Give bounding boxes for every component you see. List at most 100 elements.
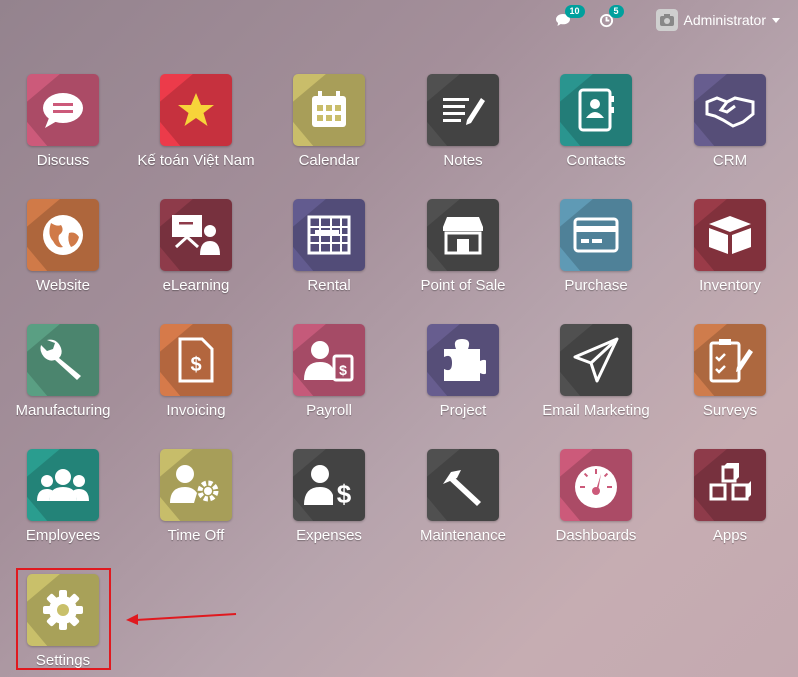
app-label: Point of Sale <box>420 277 506 294</box>
app-inventory[interactable]: Inventory <box>663 199 797 309</box>
app-tile[interactable] <box>27 449 99 521</box>
svg-text:$: $ <box>339 362 347 378</box>
app-manufacturing[interactable]: Manufacturing <box>0 324 130 434</box>
user-name: Administrator <box>683 12 766 28</box>
app-tile[interactable] <box>27 199 99 271</box>
app-label: Contacts <box>566 152 626 169</box>
chat-button[interactable]: 10 <box>555 5 585 27</box>
app-label: Email Marketing <box>542 402 650 419</box>
user-menu[interactable]: Administrator <box>655 9 780 31</box>
app-label: Time Off <box>167 527 225 544</box>
svg-text:$: $ <box>190 354 201 376</box>
app-payroll[interactable]: $ Payroll <box>262 324 396 434</box>
app-surveys[interactable]: Surveys <box>663 324 797 434</box>
app-crm[interactable]: CRM <box>663 74 797 184</box>
puzzle-icon <box>440 337 486 383</box>
credit-card-icon <box>573 217 619 253</box>
app-notes[interactable]: Notes <box>396 74 530 184</box>
app-label: Project <box>439 402 487 419</box>
app-tile[interactable] <box>293 199 365 271</box>
app-tile[interactable] <box>560 74 632 146</box>
app-label: Invoicing <box>166 402 226 419</box>
chat-icon <box>39 86 87 134</box>
app-label: Manufacturing <box>15 402 111 419</box>
app-dashboards[interactable]: Dashboards <box>529 449 663 559</box>
app-label: Discuss <box>36 152 90 169</box>
app-tile[interactable] <box>560 199 632 271</box>
app-tile[interactable] <box>427 199 499 271</box>
app-tile[interactable]: $ <box>293 324 365 396</box>
star-icon <box>176 90 216 130</box>
app-rental[interactable]: Rental <box>262 199 396 309</box>
app-tile[interactable] <box>427 74 499 146</box>
activity-button[interactable]: 5 <box>599 4 624 28</box>
app-label: Notes <box>443 152 483 169</box>
app-maintenance[interactable]: Maintenance <box>396 449 530 559</box>
app-label: Kế toán Việt Nam <box>137 152 255 169</box>
activity-count-badge: 5 <box>608 4 624 18</box>
app-label: Expenses <box>296 527 362 544</box>
payroll-icon: $ <box>304 338 354 382</box>
app-label: Website <box>36 277 90 294</box>
app-discuss[interactable]: Discuss <box>0 74 130 184</box>
app-tile[interactable] <box>560 324 632 396</box>
shop-icon <box>441 215 485 255</box>
box-icon <box>707 214 753 256</box>
app-label: Maintenance <box>420 527 506 544</box>
app-tile[interactable] <box>160 74 232 146</box>
rental-icon <box>307 215 351 255</box>
app-contacts[interactable]: Contacts <box>529 74 663 184</box>
app-email-marketing[interactable]: Email Marketing <box>529 324 663 434</box>
top-navbar: 10 5 Administrator <box>0 0 798 40</box>
app-label: Purchase <box>564 277 628 294</box>
app-label: Calendar <box>298 152 360 169</box>
app-label: Inventory <box>699 277 761 294</box>
app-label: CRM <box>712 152 748 169</box>
app-label: Surveys <box>702 402 758 419</box>
app-elearning[interactable]: eLearning <box>129 199 263 309</box>
app-tile[interactable]: $ <box>160 324 232 396</box>
paper-plane-icon <box>573 337 619 383</box>
app-employees[interactable]: Employees <box>0 449 130 559</box>
app-point-of-sale[interactable]: Point of Sale <box>396 199 530 309</box>
app-tile[interactable] <box>694 74 766 146</box>
time-off-icon <box>170 463 222 507</box>
app-tile[interactable] <box>694 324 766 396</box>
app-purchase[interactable]: Purchase <box>529 199 663 309</box>
app-tile[interactable] <box>160 199 232 271</box>
app-invoicing[interactable]: $ Invoicing <box>129 324 263 434</box>
app-tile[interactable] <box>694 199 766 271</box>
app-tile[interactable] <box>694 449 766 521</box>
app-project[interactable]: Project <box>396 324 530 434</box>
cubes-icon <box>707 463 753 507</box>
avatar <box>655 9 678 31</box>
app-tile[interactable] <box>27 74 99 146</box>
users-icon <box>37 467 89 503</box>
app-tile[interactable] <box>160 449 232 521</box>
app-tile[interactable] <box>560 449 632 521</box>
gear-icon <box>41 588 85 632</box>
app-expenses[interactable]: $ Expenses <box>262 449 396 559</box>
app-website[interactable]: Website <box>0 199 130 309</box>
app-tile[interactable] <box>427 324 499 396</box>
survey-icon <box>707 337 753 383</box>
app-tile[interactable]: $ <box>293 449 365 521</box>
svg-text:$: $ <box>337 479 352 507</box>
app-label: eLearning <box>162 277 230 294</box>
app-label: Employees <box>25 527 101 544</box>
globe-icon <box>41 213 85 257</box>
app-label: Rental <box>307 277 351 294</box>
app-tile[interactable] <box>293 74 365 146</box>
notes-icon <box>441 92 485 128</box>
caret-down-icon <box>772 17 780 23</box>
app-apps[interactable]: Apps <box>663 449 797 559</box>
expenses-icon: $ <box>304 463 354 507</box>
gauge-icon <box>571 462 621 508</box>
app-tile[interactable] <box>27 324 99 396</box>
app-tile[interactable] <box>427 449 499 521</box>
app-calendar[interactable]: Calendar <box>262 74 396 184</box>
app-time-off[interactable]: Time Off <box>129 449 263 559</box>
presentation-icon <box>170 213 222 257</box>
app-k-to-n-vi-t-nam[interactable]: Kế toán Việt Nam <box>129 74 263 184</box>
camera-icon <box>659 14 674 26</box>
